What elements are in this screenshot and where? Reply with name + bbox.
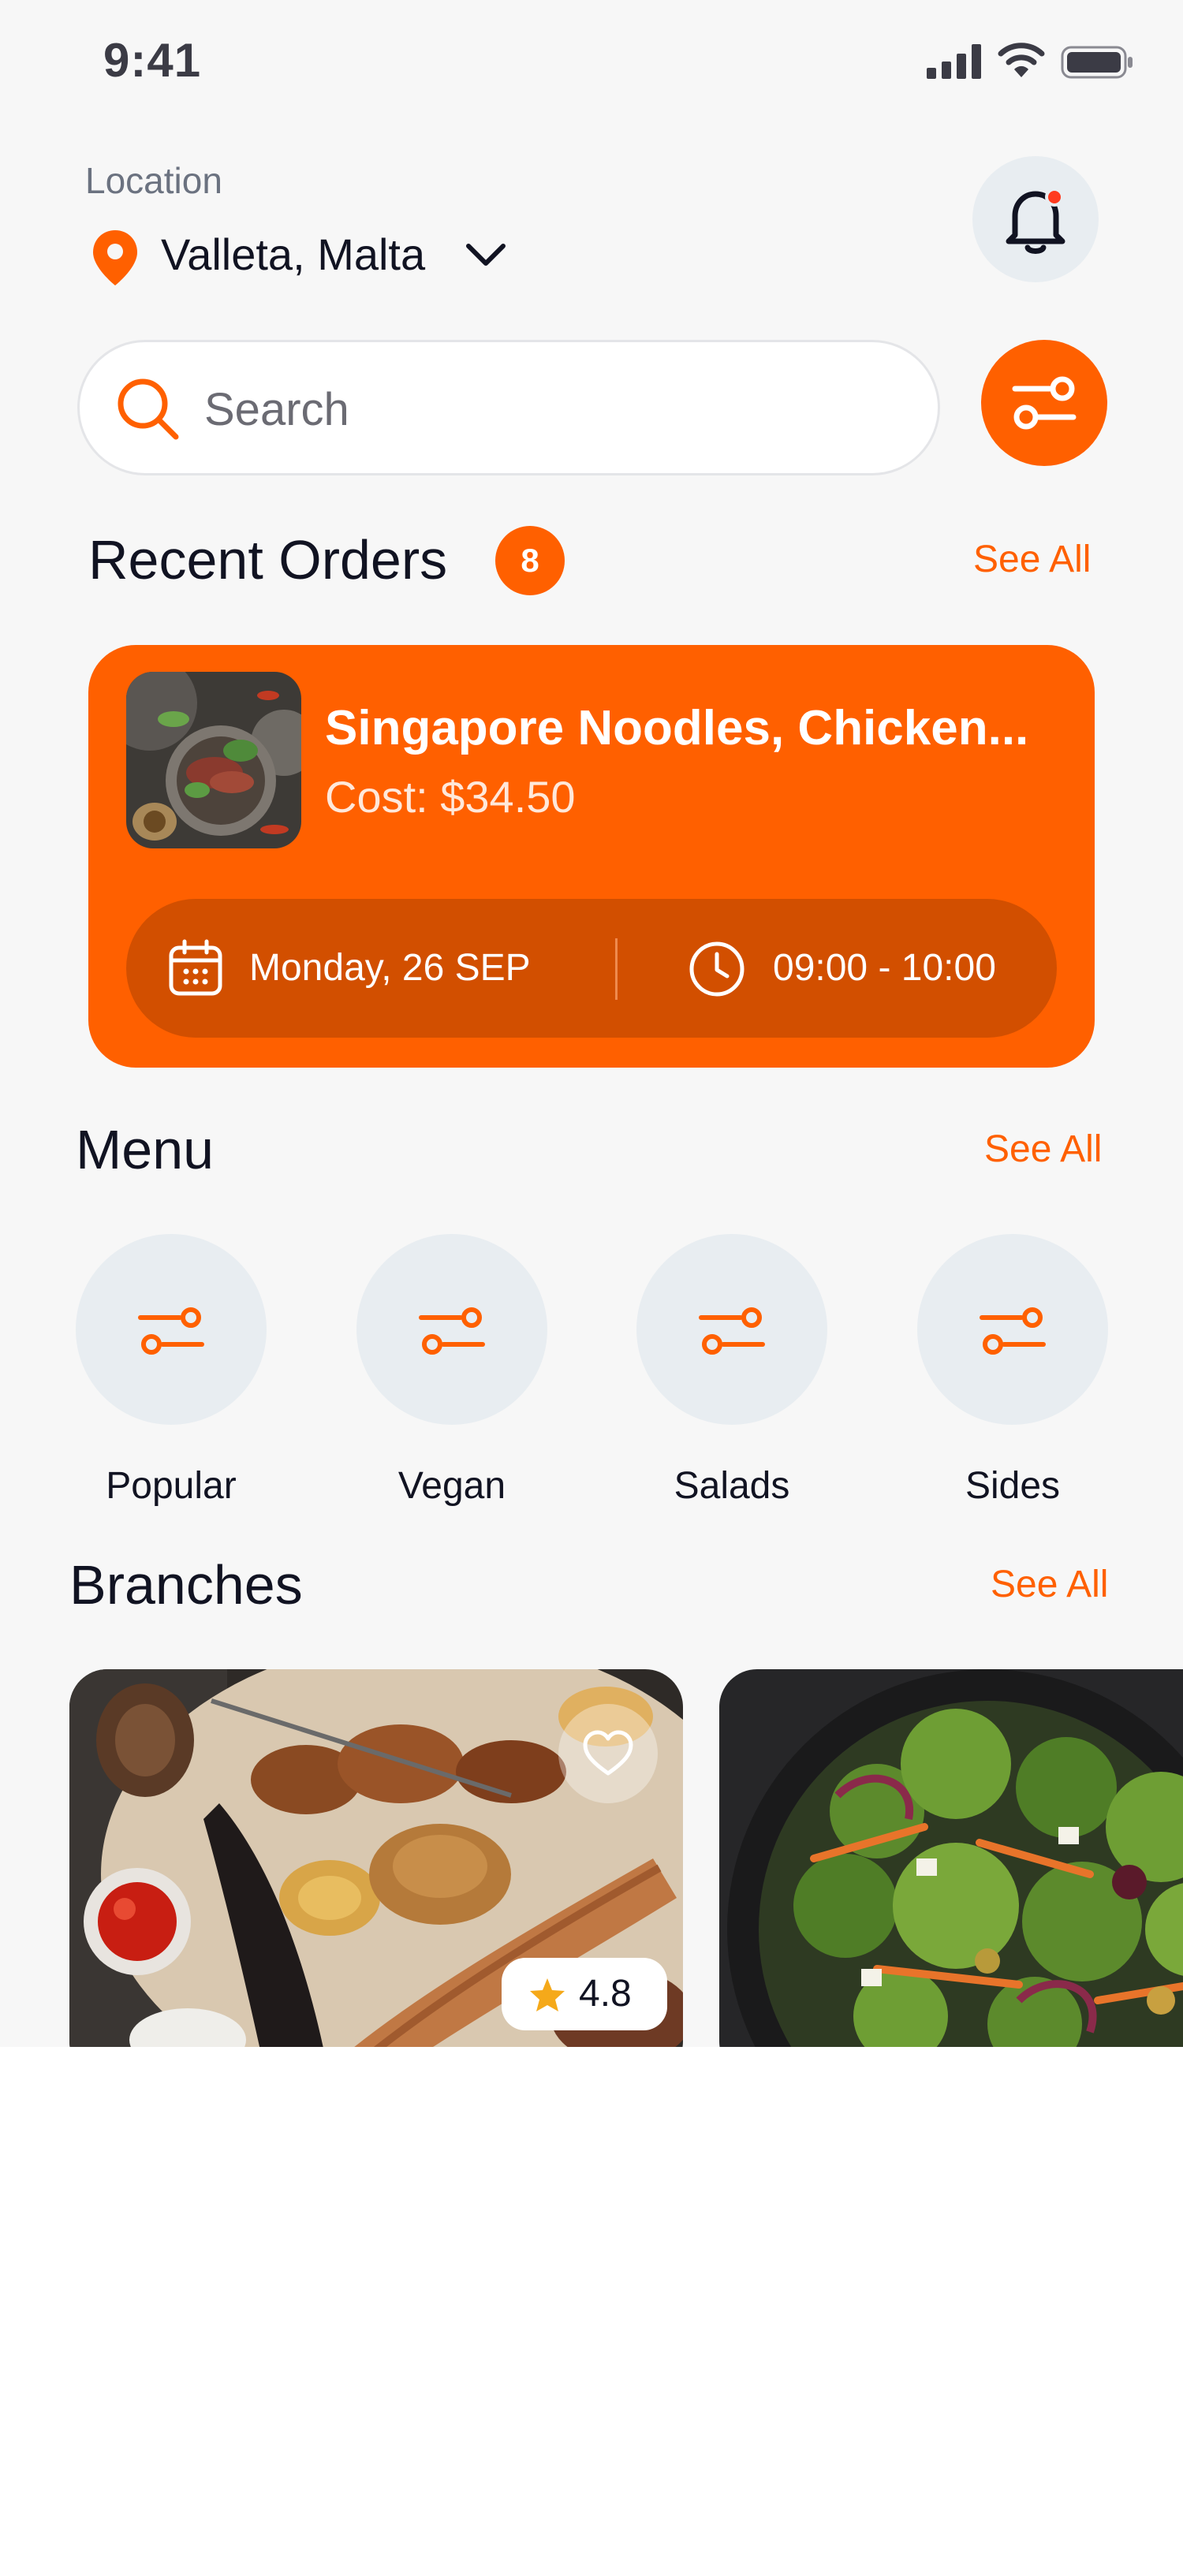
orders-count-badge: 8 (495, 526, 565, 595)
recent-orders-title: Recent Orders (88, 529, 448, 591)
menu-item-vegan[interactable]: Vegan (356, 1234, 547, 1508)
clock-icon (689, 941, 745, 997)
location-value[interactable]: Valleta, Malta (161, 229, 425, 280)
home-screen: 9:41 Location Valleta, Malta Search Rece… (0, 0, 1183, 2047)
order-time: 09:00 - 10:00 (773, 947, 996, 989)
location-label: Location (85, 160, 222, 201)
order-schedule-bar: Monday, 26 SEP 09:00 - 10:00 (126, 899, 1057, 1038)
star-icon (530, 1978, 565, 2011)
branch-card[interactable]: 4.8 (69, 1669, 683, 2047)
filter-icon (1012, 376, 1077, 430)
menu-item-label: Popular (106, 1465, 237, 1507)
wifi-icon (998, 43, 1045, 77)
menu-item-label: Sides (965, 1465, 1061, 1507)
heart-icon (583, 1730, 633, 1776)
notifications-button[interactable] (972, 156, 1099, 282)
search-input[interactable]: Search (204, 383, 349, 436)
search-bar[interactable]: Search (77, 340, 940, 475)
menu-item-salads[interactable]: Salads (636, 1234, 827, 1508)
menu-item-sides[interactable]: Sides (917, 1234, 1108, 1508)
status-time: 9:41 (103, 34, 202, 87)
order-food-image (126, 672, 301, 848)
branches-see-all-link[interactable]: See All (991, 1563, 1108, 1606)
filter-button[interactable] (981, 340, 1107, 466)
order-date: Monday, 26 SEP (249, 947, 531, 989)
schedule-divider (615, 938, 618, 1000)
menu-see-all-link[interactable]: See All (984, 1128, 1102, 1171)
menu-item-label: Vegan (397, 1465, 506, 1507)
filter-icon (419, 1307, 485, 1355)
menu-title: Menu (76, 1119, 215, 1180)
calendar-icon (169, 939, 222, 996)
order-title: Singapore Noodles, Chicken... (325, 701, 1029, 755)
branch-food-image (719, 1669, 1183, 2047)
menu-item-popular[interactable]: Popular (76, 1234, 267, 1508)
location-pin-icon (93, 230, 137, 285)
menu-item-label: Salads (674, 1465, 790, 1507)
branch-card[interactable] (719, 1669, 1183, 2047)
recent-order-card[interactable]: Singapore Noodles, Chicken... Cost: $34.… (88, 645, 1095, 1068)
rating-badge: 4.8 (502, 1958, 667, 2030)
favorite-button[interactable] (558, 1704, 658, 1803)
branches-title: Branches (69, 1554, 303, 1616)
battery-icon (1061, 46, 1133, 79)
search-icon (118, 378, 179, 440)
chevron-down-icon[interactable] (465, 241, 506, 270)
filter-icon (699, 1307, 765, 1355)
filter-icon (138, 1307, 204, 1355)
bell-icon (1006, 188, 1065, 254)
signal-icon (927, 44, 981, 79)
recent-orders-see-all-link[interactable]: See All (973, 538, 1091, 581)
filter-icon (980, 1307, 1046, 1355)
rating-value: 4.8 (579, 1973, 632, 2015)
order-cost: Cost: $34.50 (325, 772, 576, 822)
